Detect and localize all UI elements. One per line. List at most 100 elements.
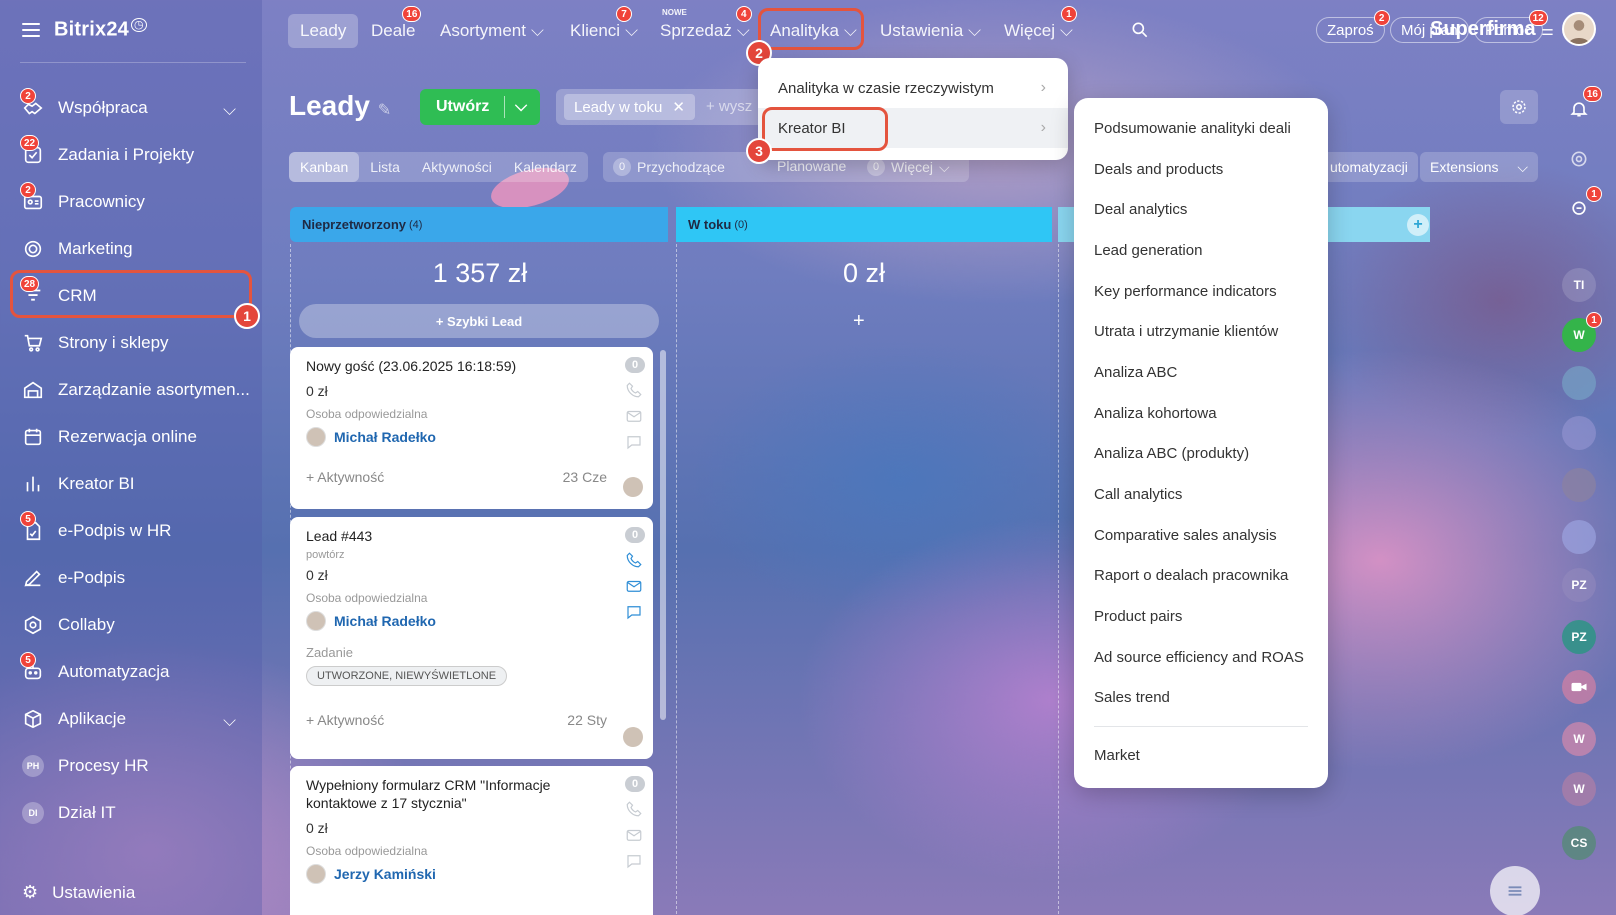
search-icon[interactable]: [1130, 20, 1150, 45]
phone-icon[interactable]: [625, 800, 643, 818]
chevron-down-icon[interactable]: ⌵: [223, 100, 236, 120]
menu-item-bi-report[interactable]: Analiza ABC (produkty): [1074, 434, 1328, 475]
rail-avatar[interactable]: PZ: [1562, 620, 1596, 654]
create-button[interactable]: Utwórz ⌵: [420, 89, 540, 125]
rail-avatar[interactable]: [1562, 520, 1596, 554]
menu-item-bi-report[interactable]: Deal analytics: [1074, 189, 1328, 230]
close-icon[interactable]: ✕: [672, 98, 685, 116]
menu-item-bi-report[interactable]: Call analytics: [1074, 474, 1328, 515]
chevron-down-icon[interactable]: ⌵: [223, 711, 236, 731]
extensions-button[interactable]: Extensions ⌵: [1420, 152, 1538, 182]
sidebar-item-kreator-bi[interactable]: Kreator BI: [10, 460, 250, 507]
help-button[interactable]: Pomoc 12: [1474, 10, 1548, 43]
menu-item-bi-report[interactable]: Sales trend: [1074, 678, 1328, 719]
sidebar-settings[interactable]: ⚙ Ustawienia: [22, 882, 135, 903]
column-header-nieprzetworzony[interactable]: Nieprzetworzony (4): [290, 207, 668, 242]
lead-card[interactable]: Wypełniony formularz CRM "Informacje kon…: [290, 766, 653, 915]
menu-item-bi-report[interactable]: Comparative sales analysis: [1074, 515, 1328, 556]
counter-incoming[interactable]: 0 Przychodzące: [613, 158, 725, 176]
menu-item-bi-report[interactable]: Ad source efficiency and ROAS: [1074, 637, 1328, 678]
automation-button[interactable]: utomatyzacji: [1320, 152, 1418, 182]
tab-sprzedaz[interactable]: NOWE Sprzedaż ⌵ 4: [660, 6, 752, 48]
responsible-user[interactable]: Michał Radełko: [306, 427, 637, 447]
sidebar-item-epodpis-hr[interactable]: 5 e-Podpis w HR: [10, 507, 250, 554]
gear-icon[interactable]: [1500, 90, 1538, 124]
sidebar-item-wspolpraca[interactable]: 2 Współpraca ⌵: [10, 84, 250, 131]
chat-fab[interactable]: [1490, 866, 1540, 915]
mail-icon[interactable]: [625, 826, 643, 844]
my-plan-button[interactable]: Mój plan: [1390, 17, 1469, 43]
column-header-w-toku[interactable]: W toku (0): [676, 207, 1052, 242]
rail-avatar[interactable]: W: [1562, 722, 1596, 756]
add-lead-icon[interactable]: +: [853, 310, 865, 333]
tab-ustawienia[interactable]: Ustawienia ⌵: [880, 14, 981, 48]
chat-icon[interactable]: [625, 433, 643, 451]
responsible-user[interactable]: Michał Radełko: [306, 611, 637, 631]
scrollbar[interactable]: [660, 350, 666, 720]
video-icon[interactable]: [1562, 670, 1596, 704]
sidebar-item-dzial-it[interactable]: DI Dział IT: [10, 789, 250, 836]
sidebar-item-procesy-hr[interactable]: PH Procesy HR: [10, 742, 250, 789]
pin-icon[interactable]: ✎: [378, 102, 391, 119]
rail-avatar[interactable]: TI: [1562, 268, 1596, 302]
sidebar-item-zadania[interactable]: 22 Zadania i Projekty: [10, 131, 250, 178]
sidebar-item-aplikacje[interactable]: Aplikacje ⌵: [10, 695, 250, 742]
tab-asortyment[interactable]: Asortyment ⌵: [440, 14, 544, 48]
view-aktywnosci[interactable]: Aktywności: [411, 152, 503, 182]
counter-more[interactable]: 0 Więcej ⌵: [867, 158, 950, 176]
add-activity-button[interactable]: + Aktywność: [306, 469, 384, 485]
sidebar-item-strony[interactable]: Strony i sklepy: [10, 319, 250, 366]
menu-item-bi-report[interactable]: Utrata i utrzymanie klientów: [1074, 311, 1328, 352]
tab-deale[interactable]: Deale 16: [371, 6, 422, 48]
quick-lead-button[interactable]: + Szybki Lead: [299, 304, 659, 338]
chat-icon[interactable]: 1: [1562, 186, 1602, 226]
sidebar-item-rezerwacja[interactable]: Rezerwacja online: [10, 413, 250, 460]
tab-klienci[interactable]: Klienci ⌵ 7: [570, 6, 638, 48]
logo[interactable]: Bitrix24 ◷: [22, 18, 147, 42]
lead-title[interactable]: Wypełniony formularz CRM "Informacje kon…: [306, 776, 603, 812]
view-kalendarz[interactable]: Kalendarz: [503, 152, 588, 182]
chat-icon[interactable]: [625, 603, 643, 621]
lead-card[interactable]: Lead #443 powtórz 0 zł Osoba odpowiedzia…: [290, 517, 653, 759]
invite-button[interactable]: Zaproś 2: [1316, 10, 1390, 43]
view-lista[interactable]: Lista: [359, 152, 411, 182]
mail-icon[interactable]: [625, 407, 643, 425]
lead-card[interactable]: Nowy gość (23.06.2025 16:18:59) 0 zł Oso…: [290, 347, 653, 509]
chevron-down-icon[interactable]: ⌵: [505, 98, 527, 116]
filter-search[interactable]: Leady w toku ✕ + wysz: [556, 89, 766, 125]
add-column-icon[interactable]: +: [1407, 214, 1429, 236]
lead-title[interactable]: Nowy gość (23.06.2025 16:18:59): [306, 357, 637, 375]
rail-avatar[interactable]: W: [1562, 772, 1596, 806]
menu-item-bi-report[interactable]: Analiza ABC: [1074, 352, 1328, 393]
view-kanban[interactable]: Kanban: [289, 152, 360, 182]
menu-icon[interactable]: [22, 22, 40, 37]
chevron-down-icon[interactable]: ⌵: [1517, 159, 1528, 176]
sidebar-item-automatyzacja[interactable]: 5 Automatyzacja: [10, 648, 250, 695]
filter-chip[interactable]: Leady w toku ✕: [564, 94, 695, 120]
menu-item-market[interactable]: Market: [1074, 735, 1328, 776]
menu-item-bi-report[interactable]: Key performance indicators: [1074, 271, 1328, 312]
phone-icon[interactable]: [625, 381, 643, 399]
menu-item-bi-report[interactable]: Podsumowanie analityki deali: [1074, 108, 1328, 149]
rail-avatar[interactable]: CS: [1562, 826, 1596, 860]
sidebar-item-marketing[interactable]: Marketing: [10, 225, 250, 272]
rail-avatar[interactable]: PZ: [1562, 568, 1596, 602]
sidebar-item-asortyment[interactable]: Zarządzanie asortymen...: [10, 366, 250, 413]
phone-icon[interactable]: [625, 551, 643, 569]
avatar[interactable]: [1562, 12, 1596, 46]
rail-avatar[interactable]: [1562, 366, 1596, 400]
tab-leady[interactable]: Leady: [288, 14, 359, 48]
menu-item-bi-report[interactable]: Product pairs: [1074, 596, 1328, 637]
menu-item-bi-report[interactable]: Lead generation: [1074, 230, 1328, 271]
menu-item-bi-report[interactable]: Raport o dealach pracownika: [1074, 556, 1328, 597]
menu-item-bi-report[interactable]: Deals and products: [1074, 149, 1328, 190]
add-activity-button[interactable]: + Aktywność: [306, 712, 384, 728]
lead-title[interactable]: Lead #443: [306, 527, 637, 545]
sidebar-item-pracownicy[interactable]: 2 Pracownicy: [10, 178, 250, 225]
rail-avatar[interactable]: W1: [1562, 312, 1602, 352]
rail-avatar[interactable]: [1562, 468, 1596, 502]
mail-icon[interactable]: [625, 577, 643, 595]
bell-icon[interactable]: 16: [1562, 86, 1602, 126]
menu-item-realtime[interactable]: Analityka w czasie rzeczywistym ›: [758, 68, 1068, 108]
search-input[interactable]: + wysz: [706, 98, 752, 115]
